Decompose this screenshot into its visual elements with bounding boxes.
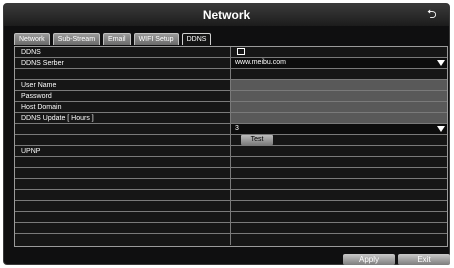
column-divider (230, 168, 231, 179)
tab-email[interactable]: Email (103, 33, 131, 45)
username-field[interactable] (231, 80, 447, 90)
tab-wifi-setup[interactable]: WIFI Setup (133, 33, 179, 45)
ddns-update-label: DDNS Update [ Hours ] (21, 115, 94, 122)
password-label: Password (21, 93, 52, 100)
return-arrow-icon[interactable]: ⮌ (427, 8, 441, 20)
row-empty (15, 157, 447, 168)
test-button[interactable]: Test (241, 135, 273, 145)
ddns-update-spacer (231, 113, 447, 123)
exit-button[interactable]: Exit (398, 254, 450, 265)
network-window: Network ⮌ Network Sub-Stream Email WIFI … (3, 3, 450, 265)
column-divider (230, 212, 231, 223)
row-ddns: DDNS (15, 47, 447, 58)
row-ddns-server: DDNS Serber www.meibu.com (15, 58, 447, 69)
dropdown-arrow-icon (437, 60, 445, 66)
row-host-domain: Host Domain (15, 102, 447, 113)
tab-sub-stream[interactable]: Sub-Stream (52, 33, 101, 45)
row-empty (15, 201, 447, 212)
host-domain-field[interactable] (231, 102, 447, 112)
column-divider (230, 69, 231, 80)
column-divider (230, 179, 231, 190)
row-update-select: 3 (15, 124, 447, 135)
ddns-update-hours-select[interactable]: 3 (231, 124, 447, 134)
row-username: User Name (15, 80, 447, 91)
upnp-label: UPNP (21, 148, 41, 155)
tab-network[interactable]: Network (14, 33, 50, 45)
host-domain-label: Host Domain (21, 104, 62, 111)
ddns-server-value: www.meibu.com (235, 59, 286, 66)
column-divider (230, 201, 231, 212)
row-password: Password (15, 91, 447, 102)
tab-ddns[interactable]: DDNS (181, 33, 212, 45)
column-divider (230, 157, 231, 168)
ddns-update-hours-value: 3 (235, 125, 239, 132)
row-test: Test (15, 135, 447, 146)
dropdown-arrow-icon (437, 126, 445, 132)
row-empty (15, 234, 447, 245)
ddns-enable-checkbox[interactable] (237, 48, 245, 55)
row-ddns-update: DDNS Update [ Hours ] (15, 113, 447, 124)
password-field[interactable] (231, 91, 447, 101)
row-empty (15, 168, 447, 179)
column-divider (230, 146, 231, 157)
row-empty (15, 179, 447, 190)
row-empty (15, 69, 447, 80)
window-title: Network (202, 8, 251, 22)
column-divider (230, 234, 231, 245)
row-empty (15, 223, 447, 234)
tab-bar: Network Sub-Stream Email WIFI Setup DDNS (14, 33, 212, 45)
ddns-label: DDNS (21, 49, 41, 56)
row-upnp: UPNP (15, 146, 447, 157)
column-divider (230, 223, 231, 234)
ddns-server-select[interactable]: www.meibu.com (231, 58, 447, 68)
title-bar: Network ⮌ (4, 4, 449, 26)
column-divider (230, 190, 231, 201)
row-empty (15, 212, 447, 223)
ddns-server-label: DDNS Serber (21, 60, 64, 67)
row-empty (15, 190, 447, 201)
username-label: User Name (21, 82, 57, 89)
ddns-settings-panel: DDNS DDNS Serber www.meibu.com User Name… (14, 46, 448, 247)
column-divider (230, 47, 231, 58)
column-divider (230, 135, 231, 146)
apply-button[interactable]: Apply (343, 254, 395, 265)
